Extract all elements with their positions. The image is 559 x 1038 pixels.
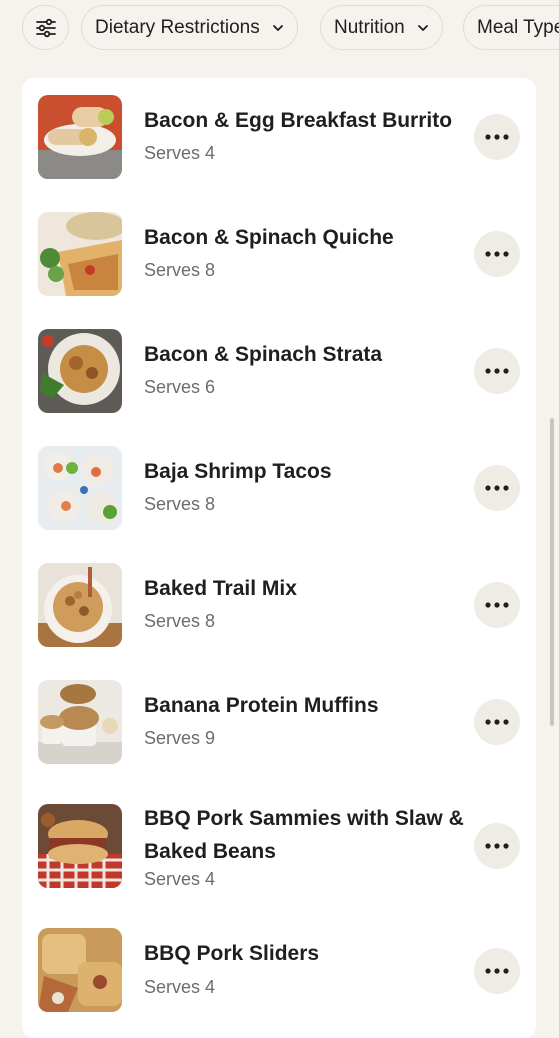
more-dots-icon: [485, 251, 509, 257]
recipe-title: Bacon & Egg Breakfast Burrito: [144, 109, 453, 132]
recipe-serves: Serves 4: [144, 977, 216, 997]
chip-label: Meal Type: [477, 16, 559, 38]
recipe-title: Baked Trail Mix: [144, 577, 297, 600]
recipe-thumbnail: [38, 680, 122, 764]
more-dots-icon: [485, 368, 509, 374]
recipe-thumbnail: [38, 804, 122, 888]
scrollbar[interactable]: [550, 418, 554, 726]
recipe-row[interactable]: Baked Trail Mix Serves 8: [22, 546, 536, 663]
recipe-thumbnail: [38, 212, 122, 296]
more-dots-icon: [485, 134, 509, 140]
recipe-row[interactable]: Bacon & Egg Breakfast Burrito Serves 4: [22, 78, 536, 195]
recipe-row[interactable]: BBQ Pork Sliders Serves 4: [22, 915, 536, 1038]
recipe-title: BBQ Pork Sliders: [144, 942, 320, 965]
chip-dietary-restrictions[interactable]: Dietary Restrictions: [81, 5, 298, 50]
chip-label: Dietary Restrictions: [95, 16, 260, 38]
chip-label: Nutrition: [334, 16, 405, 38]
recipe-serves: Serves 8: [144, 494, 216, 514]
more-options-button[interactable]: [474, 948, 520, 994]
more-dots-icon: [485, 719, 509, 725]
more-dots-icon: [485, 485, 509, 491]
recipe-row[interactable]: Baja Shrimp Tacos Serves 8: [22, 429, 536, 546]
more-options-button[interactable]: [474, 465, 520, 511]
filter-settings-button[interactable]: [22, 5, 69, 50]
more-dots-icon: [485, 843, 509, 849]
recipe-thumbnail: [38, 95, 122, 179]
more-options-button[interactable]: [474, 114, 520, 160]
more-dots-icon: [485, 602, 509, 608]
recipe-title: BBQ Pork Sammies with Slaw & Baked Beans: [144, 807, 464, 863]
recipe-title: Banana Protein Muffins: [144, 694, 379, 717]
recipe-row[interactable]: Banana Protein Muffins Serves 9: [22, 663, 536, 780]
recipe-title: Baja Shrimp Tacos: [144, 460, 332, 483]
more-dots-icon: [485, 968, 509, 974]
sliders-icon: [35, 18, 56, 37]
recipe-title: Bacon & Spinach Strata: [144, 343, 383, 366]
recipe-thumbnail: [38, 446, 122, 530]
recipe-thumbnail: [38, 329, 122, 413]
recipe-title: Bacon & Spinach Quiche: [144, 226, 394, 249]
chip-meal-type[interactable]: Meal Type: [463, 5, 559, 50]
recipe-thumbnail: [38, 563, 122, 647]
chevron-down-icon: [272, 24, 284, 32]
more-options-button[interactable]: [474, 348, 520, 394]
chip-nutrition[interactable]: Nutrition: [320, 5, 443, 50]
recipe-row[interactable]: BBQ Pork Sammies with Slaw & Baked Beans…: [22, 780, 536, 915]
more-options-button[interactable]: [474, 823, 520, 869]
more-options-button[interactable]: [474, 582, 520, 628]
recipe-row[interactable]: Bacon & Spinach Strata Serves 6: [22, 312, 536, 429]
more-options-button[interactable]: [474, 231, 520, 277]
recipe-serves: Serves 4: [144, 869, 216, 889]
recipe-thumbnail: [38, 928, 122, 1012]
more-options-button[interactable]: [474, 699, 520, 745]
filter-bar: Dietary Restrictions Nutrition Meal Type: [0, 0, 559, 58]
recipe-serves: Serves 8: [144, 260, 216, 280]
recipe-serves: Serves 6: [144, 377, 216, 397]
recipe-serves: Serves 8: [144, 611, 216, 631]
chevron-down-icon: [417, 24, 429, 32]
recipe-row[interactable]: Bacon & Spinach Quiche Serves 8: [22, 195, 536, 312]
recipe-serves: Serves 4: [144, 143, 216, 163]
recipe-serves: Serves 9: [144, 728, 216, 748]
recipe-list: Bacon & Egg Breakfast Burrito Serves 4 B…: [22, 78, 536, 1038]
